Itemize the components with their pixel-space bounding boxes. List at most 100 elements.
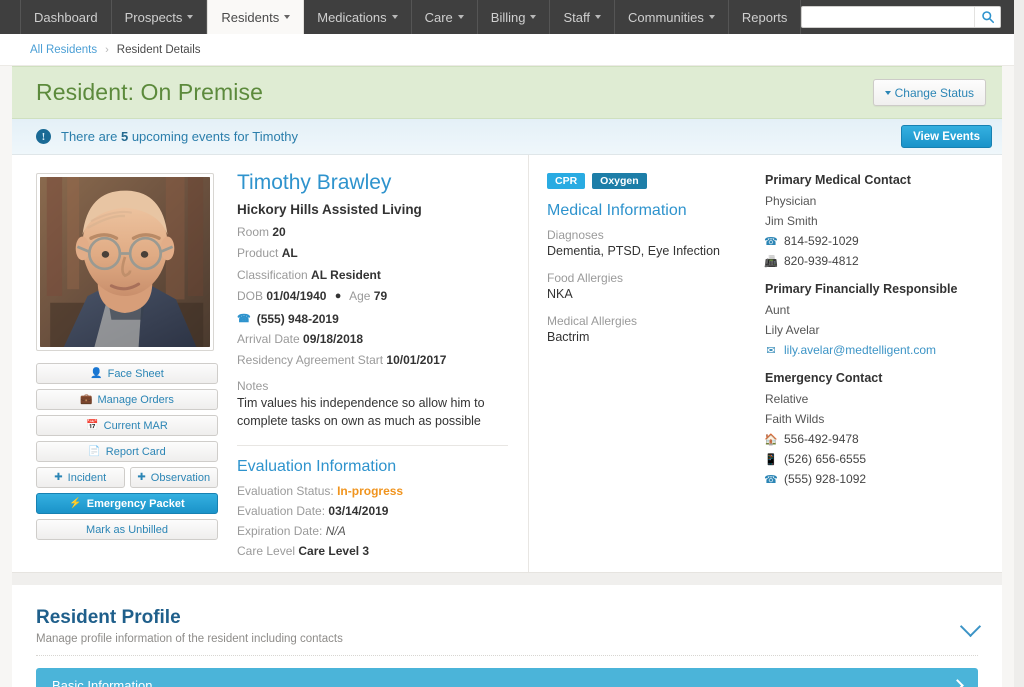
- mark-as-unbilled-button[interactable]: Mark as Unbilled: [36, 519, 218, 540]
- resident-dob-age: DOB 01/04/1940 ● Age 79: [237, 288, 508, 305]
- button-label: Report Card: [105, 445, 166, 458]
- resident-field-room: Room 20: [237, 224, 508, 241]
- search-box[interactable]: [801, 6, 1002, 28]
- contact-phone-row: ☎ 814-592-1029: [764, 234, 1002, 248]
- agreement-value: 10/01/2017: [386, 352, 447, 367]
- medical-section-title: Medical Information: [547, 202, 687, 219]
- upcoming-events-text: There are 5 upcoming events for Timothy: [61, 129, 901, 144]
- nav-item-care[interactable]: Care: [412, 0, 478, 34]
- contact-value: (555) 928-1092: [784, 472, 867, 486]
- medical-information-column: CPR Oxygen Medical Information Diagnoses D…: [529, 173, 757, 572]
- contact-value: lily.avelar@medtelligent.com: [784, 343, 937, 357]
- phone-icon: ☎: [237, 313, 251, 326]
- calendar-icon: 📅: [86, 419, 99, 431]
- resident-status-banner: Resident: On Premise Change Status: [12, 66, 1002, 119]
- resident-summary-card: 👤 Face Sheet 💼 Manage Orders 📅 Current MAR 📄 Re…: [12, 155, 1002, 573]
- report-card-button[interactable]: 📄 Report Card: [36, 441, 218, 462]
- chevron-down-icon: [187, 15, 194, 19]
- contact-value: 556-492-9478: [784, 432, 859, 446]
- medical-value: Bactrim: [547, 330, 590, 344]
- nav-item-dashboard[interactable]: Dashboard: [20, 0, 112, 34]
- section-gap: [12, 573, 1002, 585]
- contact-phone-row: 📠 820-939-4812: [764, 254, 1002, 268]
- button-label: Incident: [67, 471, 107, 484]
- chevron-down-icon: [884, 90, 891, 95]
- resident-facility: Hickory Hills Assisted Living: [237, 202, 422, 217]
- medical-label: Diagnoses: [547, 228, 604, 242]
- phone-office-icon: ☎: [764, 473, 778, 486]
- contact-email-row[interactable]: ✉ lily.avelar@medtelligent.com: [765, 343, 1002, 357]
- dob-label: DOB: [237, 289, 264, 304]
- chevron-down-icon: [457, 15, 464, 19]
- nav-item-medications[interactable]: Medications: [304, 0, 412, 34]
- resident-field-product: Product AL: [237, 245, 508, 262]
- nav-item-staff[interactable]: Staff: [550, 0, 615, 34]
- button-label: Manage Orders: [97, 393, 174, 406]
- nav-item-list: Dashboard Prospects Residents Medications Ca…: [0, 0, 802, 34]
- nav-item-communities[interactable]: Communities: [615, 0, 729, 34]
- user-icon: 👤: [90, 367, 103, 379]
- briefcase-icon: 💼: [80, 393, 93, 405]
- nav-item-reports[interactable]: Reports: [729, 0, 802, 34]
- manage-orders-button[interactable]: 💼 Manage Orders: [36, 389, 218, 410]
- alert-text-before: There are: [61, 129, 121, 144]
- contact-phone-row: 📱 (526) 656-6555: [764, 452, 1002, 466]
- change-status-label: Change Status: [894, 85, 974, 100]
- evaluation-status-value: In-progress: [337, 483, 404, 498]
- resident-action-buttons: 👤 Face Sheet 💼 Manage Orders 📅 Current MAR 📄 Re…: [36, 363, 218, 540]
- file-icon: 📄: [88, 445, 101, 457]
- upcoming-events-alert: ! There are 5 upcoming events for Timoth…: [12, 119, 1002, 155]
- contact-block: Primary Medical Contact Physician Jim Smit…: [764, 173, 1002, 268]
- view-events-button[interactable]: View Events: [901, 125, 992, 148]
- breadcrumb-link-all-residents[interactable]: All Residents: [30, 44, 97, 56]
- button-label: Observation: [150, 471, 211, 484]
- medical-item-list: Diagnoses Dementia, PTSD, Eye Infection Fo…: [547, 228, 757, 344]
- nav-item-billing[interactable]: Billing: [478, 0, 551, 34]
- divider: [36, 655, 978, 656]
- breadcrumb-separator: ›: [105, 43, 109, 56]
- care-level-label: Care Level: [237, 543, 296, 558]
- chevron-down-icon[interactable]: [959, 615, 982, 638]
- contact-phone-row: ☎ (555) 928-1092: [764, 472, 1002, 486]
- plus-icon: ✚: [54, 471, 63, 483]
- search-icon[interactable]: [974, 7, 1001, 27]
- fax-icon: 📠: [764, 255, 778, 268]
- resident-profile-subtitle: Manage profile information of the reside…: [36, 633, 343, 645]
- accordion-basic-information[interactable]: Basic Information: [36, 668, 978, 687]
- medical-label: Medical Allergies: [547, 314, 638, 328]
- emergency-packet-button[interactable]: ⚡ Emergency Packet: [36, 493, 218, 514]
- field-value: 20: [272, 225, 286, 239]
- nav-item-label: Reports: [741, 9, 788, 25]
- incident-button[interactable]: ✚ Incident: [36, 467, 125, 488]
- nav-item-prospects[interactable]: Prospects: [112, 0, 208, 34]
- resident-info-column: Timothy Brawley Hickory Hills Assisted L…: [227, 155, 529, 572]
- observation-button[interactable]: ✚ Observation: [129, 467, 218, 488]
- nav-item-label: Communities: [628, 9, 704, 25]
- contact-name: Lily Avelar: [765, 323, 820, 337]
- contact-value: 814-592-1029: [784, 234, 859, 248]
- page-title: Resident: On Premise: [36, 79, 263, 105]
- contact-phone-row: 🏠 556-492-9478: [764, 432, 1002, 446]
- current-mar-button[interactable]: 📅 Current MAR: [36, 415, 218, 436]
- change-status-button[interactable]: Change Status: [872, 79, 986, 106]
- nav-item-residents[interactable]: Residents: [207, 0, 305, 34]
- evaluation-section-title: Evaluation Information: [237, 457, 397, 475]
- resident-badges: CPR Oxygen: [547, 173, 757, 189]
- page-left-edge: [0, 66, 12, 687]
- face-sheet-button[interactable]: 👤 Face Sheet: [36, 363, 218, 384]
- badge-cpr: CPR: [547, 173, 586, 189]
- resident-profile-heading-group: Resident Profile Manage profile informat…: [36, 607, 963, 645]
- resident-details-page: Dashboard Prospects Residents Medications Ca…: [0, 0, 1024, 687]
- resident-phone: ☎ (555) 948-2019: [237, 312, 508, 326]
- age-label: Age: [349, 289, 371, 304]
- evaluation-status-row: Evaluation Status: In-progress: [237, 484, 508, 498]
- search-input[interactable]: [802, 7, 975, 27]
- resident-photo: [40, 177, 210, 347]
- contact-relation: Physician: [765, 194, 817, 208]
- field-label: Classification: [237, 267, 308, 282]
- care-level-row: Care Level Care Level 3: [237, 544, 508, 558]
- chevron-down-icon: [595, 15, 601, 19]
- field-label: Product: [237, 246, 279, 261]
- chevron-down-icon: [708, 15, 715, 19]
- resident-profile-header: Resident Profile Manage profile informat…: [36, 607, 982, 645]
